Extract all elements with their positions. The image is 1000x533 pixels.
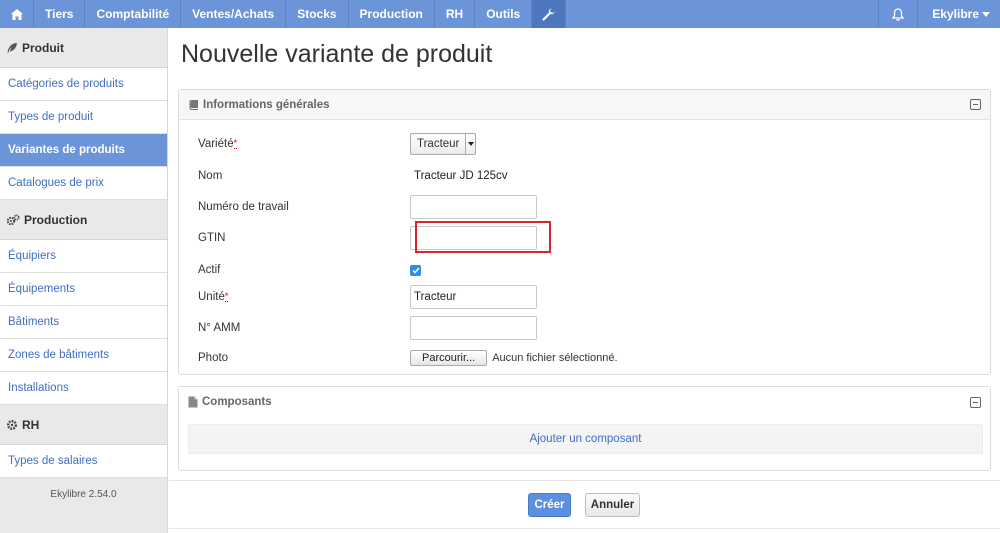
divider xyxy=(169,480,1000,481)
unit-input[interactable]: Tracteur xyxy=(410,285,537,309)
panel-header: Composants xyxy=(179,387,990,417)
sidebar-section-title: Produit xyxy=(22,40,64,55)
no-file-text: Aucun fichier sélectionné. xyxy=(492,352,618,364)
unit-row: Unité* Tracteur xyxy=(198,284,537,310)
add-component-link[interactable]: Ajouter un composant xyxy=(188,424,983,454)
variety-label: Variété* xyxy=(198,138,238,150)
name-label: Nom xyxy=(198,170,223,182)
sidebar-item-types-salaires[interactable]: Types de salaires xyxy=(0,445,167,478)
required-mark: * xyxy=(233,138,238,149)
gtin-label: GTIN xyxy=(198,232,226,244)
sidebar-section-production: Production xyxy=(0,200,167,240)
nav-comptabilite[interactable]: Comptabilité xyxy=(85,0,182,28)
sidebar-item-catalogues-prix[interactable]: Catalogues de prix xyxy=(0,167,167,200)
sidebar-item-variantes-produits[interactable]: Variantes de produits xyxy=(0,134,167,167)
nav-tiers[interactable]: Tiers xyxy=(34,0,86,28)
sidebar: Produit Catégories de produits Types de … xyxy=(0,28,168,533)
top-navbar: Tiers Comptabilité Ventes/Achats Stocks … xyxy=(0,0,1000,28)
file-icon xyxy=(188,396,198,408)
variety-select[interactable]: Tracteur xyxy=(410,133,477,155)
wrench-icon xyxy=(542,8,555,21)
sidebar-item-batiments[interactable]: Bâtiments xyxy=(0,306,167,339)
active-label: Actif xyxy=(198,264,221,276)
name-row: Nom Tracteur JD 125cv xyxy=(198,163,537,189)
user-name: Ekylibre xyxy=(932,7,979,21)
amm-label: N° AMM xyxy=(198,322,241,334)
settings-button[interactable] xyxy=(532,0,567,28)
feather-icon xyxy=(6,42,18,54)
amm-row: N° AMM xyxy=(198,315,537,341)
photo-row: Photo Parcourir... Aucun fichier sélecti… xyxy=(198,345,618,371)
checkmark-icon xyxy=(411,267,420,274)
active-checkbox[interactable] xyxy=(410,264,421,276)
amm-input[interactable] xyxy=(410,316,537,340)
variety-value: Tracteur xyxy=(417,138,460,150)
nav-rh[interactable]: RH xyxy=(435,0,476,28)
sidebar-item-installations[interactable]: Installations xyxy=(0,372,167,405)
work-number-input[interactable] xyxy=(410,195,537,219)
panel-header: Informations générales xyxy=(179,90,990,120)
sidebar-section-rh: RH xyxy=(0,405,167,445)
sidebar-item-types-produit[interactable]: Types de produit xyxy=(0,101,167,134)
sidebar-item-categories-produits[interactable]: Catégories de produits xyxy=(0,68,167,101)
work-number-row: Numéro de travail xyxy=(198,194,537,220)
active-row: Actif xyxy=(198,257,421,283)
panel-title: Informations générales xyxy=(203,98,330,111)
sidebar-item-zones-batiments[interactable]: Zones de bâtiments xyxy=(0,339,167,372)
name-input[interactable]: Tracteur JD 125cv xyxy=(410,164,537,188)
sidebar-item-equipiers[interactable]: Équipiers xyxy=(0,240,167,273)
collapse-button[interactable] xyxy=(970,99,981,110)
chevron-down-icon xyxy=(465,134,475,154)
variety-row: Variété* Tracteur xyxy=(198,131,477,157)
page-title: Nouvelle variante de produit xyxy=(181,40,493,68)
browse-button[interactable]: Parcourir... xyxy=(410,350,488,366)
main-content: Nouvelle variante de produit Information… xyxy=(169,28,1000,533)
gear-icon xyxy=(6,419,18,431)
work-number-label: Numéro de travail xyxy=(198,201,289,213)
user-menu[interactable]: Ekylibre xyxy=(918,0,1000,28)
nav-production[interactable]: Production xyxy=(349,0,435,28)
sidebar-item-equipements[interactable]: Équipements xyxy=(0,273,167,306)
bell-icon xyxy=(892,7,905,21)
nav-ventes-achats[interactable]: Ventes/Achats xyxy=(181,0,287,28)
panel-title: Composants xyxy=(202,396,272,408)
book-icon xyxy=(188,99,199,110)
nav-stocks[interactable]: Stocks xyxy=(286,0,349,28)
collapse-button[interactable] xyxy=(970,396,981,408)
home-button[interactable] xyxy=(0,0,34,28)
components-panel: Composants Ajouter un composant xyxy=(178,386,991,471)
sidebar-section-title: RH xyxy=(22,417,40,432)
create-button[interactable]: Créer xyxy=(528,493,571,517)
unit-label: Unité* xyxy=(198,291,229,303)
nav-outils[interactable]: Outils xyxy=(475,0,533,28)
name-highlight-box xyxy=(415,221,551,253)
chevron-down-icon xyxy=(982,11,990,17)
gears-icon xyxy=(6,213,20,226)
home-icon xyxy=(10,8,23,20)
general-info-panel: Informations générales Variété* Tracteur… xyxy=(178,89,991,375)
cancel-button[interactable]: Annuler xyxy=(585,493,640,517)
photo-label: Photo xyxy=(198,352,229,364)
app-version: Ekylibre 2.54.0 xyxy=(50,489,117,500)
sidebar-section-title: Production xyxy=(24,212,88,227)
required-mark: * xyxy=(224,291,229,302)
divider xyxy=(169,528,1000,529)
sidebar-section-produit: Produit xyxy=(0,28,167,68)
notifications-button[interactable] xyxy=(878,0,919,28)
